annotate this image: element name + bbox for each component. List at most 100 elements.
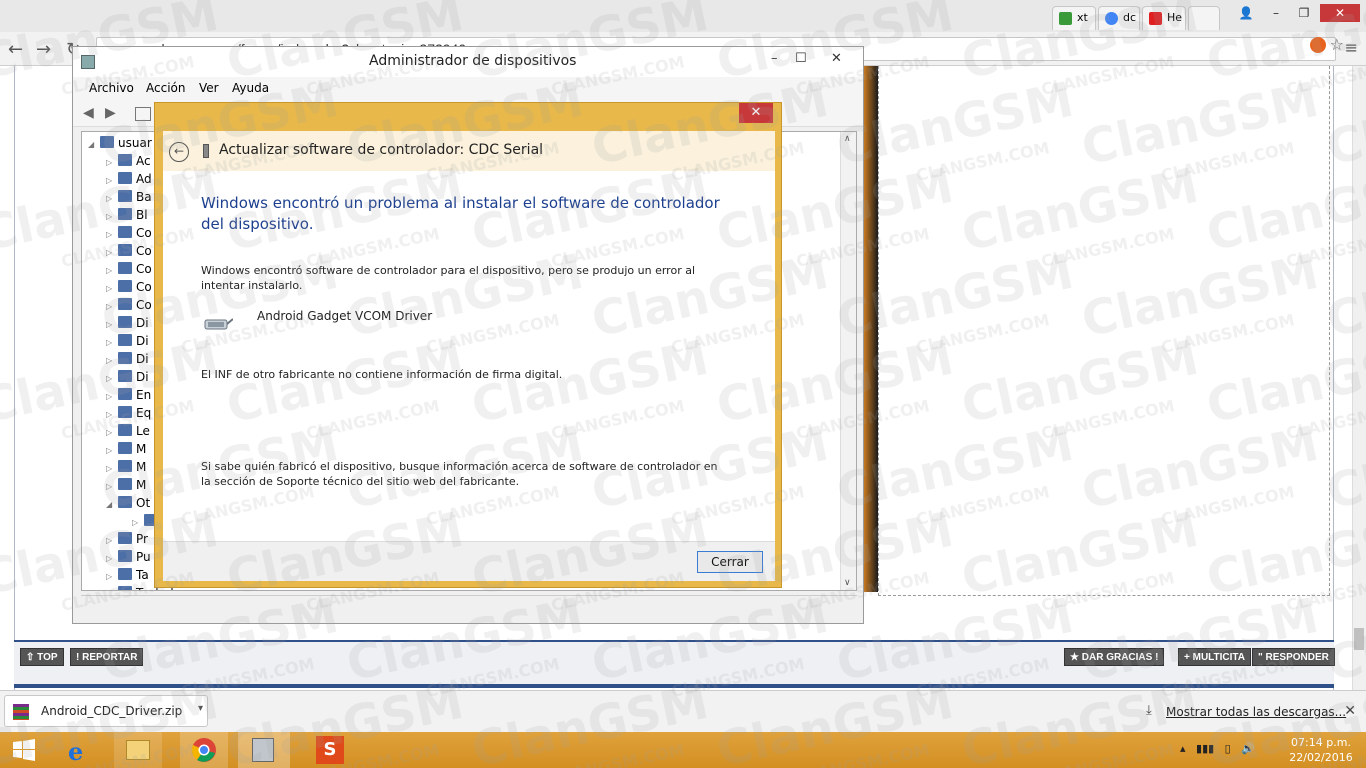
user-icon[interactable]: 👤	[1232, 4, 1260, 22]
browser-tab[interactable]: He	[1142, 6, 1186, 30]
extension-icon[interactable]	[1310, 37, 1326, 53]
collapsed-arrow-icon[interactable]: ▷	[106, 482, 118, 491]
window-close-button[interactable]: ✕	[1320, 4, 1360, 22]
browser-tab[interactable]: dc	[1098, 6, 1140, 30]
collapsed-arrow-icon[interactable]: ▷	[106, 392, 118, 401]
tree-item[interactable]: ▷ Di	[106, 370, 149, 388]
tree-item[interactable]: ▷ Pr	[106, 532, 148, 550]
show-all-downloads-link[interactable]: Mostrar todas las descargas...	[1166, 705, 1346, 719]
tree-item[interactable]: ▷ Ac	[106, 154, 151, 172]
tree-item[interactable]: ▷ Ad	[106, 172, 152, 190]
tree-item[interactable]: ◢ usuar	[88, 136, 152, 154]
collapsed-arrow-icon[interactable]: ▷	[106, 590, 118, 591]
collapsed-arrow-icon[interactable]: ▷	[106, 356, 118, 365]
collapsed-arrow-icon[interactable]: ▷	[106, 554, 118, 563]
collapsed-arrow-icon[interactable]: ▷	[106, 176, 118, 185]
tree-item[interactable]: ▷ Di	[106, 316, 149, 334]
expanded-arrow-icon[interactable]: ◢	[106, 500, 118, 509]
top-button[interactable]: ⇧ TOP	[20, 648, 64, 666]
devmgr-minimize-button[interactable]: –	[771, 51, 778, 66]
tree-item[interactable]: ▷ M	[106, 460, 146, 478]
collapsed-arrow-icon[interactable]: ▷	[106, 194, 118, 203]
minimize-button[interactable]: –	[1262, 4, 1290, 22]
devmgr-close-button[interactable]: ✕	[831, 51, 842, 66]
bookmark-star-icon[interactable]: ☆	[1330, 35, 1344, 54]
collapsed-arrow-icon[interactable]: ▷	[106, 572, 118, 581]
collapsed-arrow-icon[interactable]: ▷	[106, 266, 118, 275]
page-scrollbar[interactable]	[1352, 66, 1366, 690]
tree-item[interactable]: ▷ Ba	[106, 190, 152, 208]
tree-item[interactable]: ▷ Co	[106, 262, 152, 280]
tree-item[interactable]: ▷ Ta	[106, 568, 149, 586]
maximize-button[interactable]: ❐	[1290, 4, 1318, 22]
menu-accion[interactable]: Acción	[146, 81, 185, 95]
dialog-close-button[interactable]: ✕	[739, 103, 773, 123]
ie-taskbar-button[interactable]: e	[60, 732, 104, 768]
chrome-taskbar-button[interactable]	[180, 732, 228, 768]
collapsed-arrow-icon[interactable]: ▷	[106, 248, 118, 257]
devmgr-taskbar-button[interactable]	[238, 732, 290, 768]
tree-item[interactable]: ▷ Co	[106, 244, 152, 262]
menu-ver[interactable]: Ver	[199, 81, 219, 95]
collapsed-arrow-icon[interactable]: ▷	[106, 536, 118, 545]
menu-archivo[interactable]: Archivo	[89, 81, 134, 95]
usb-device-icon	[203, 144, 209, 158]
toolbar-properties-icon[interactable]	[135, 107, 151, 121]
tree-item[interactable]: ▷ Co	[106, 298, 152, 316]
tree-item[interactable]: ◢ Ot	[106, 496, 150, 514]
back-arrow-icon[interactable]: ←	[169, 142, 189, 162]
collapsed-arrow-icon[interactable]: ▷	[106, 212, 118, 221]
collapsed-arrow-icon[interactable]: ▷	[106, 338, 118, 347]
collapsed-arrow-icon[interactable]: ▷	[132, 518, 144, 527]
multiquote-button[interactable]: + MULTICITA	[1178, 648, 1252, 666]
collapsed-arrow-icon[interactable]: ▷	[106, 320, 118, 329]
tree-item[interactable]: ▷ Pu	[106, 550, 151, 568]
report-button[interactable]: ! REPORTAR	[70, 648, 144, 666]
toolbar-forward-icon[interactable]: ▶	[105, 105, 116, 121]
devmgr-maximize-button[interactable]: ☐	[795, 51, 807, 66]
scroll-down-icon[interactable]: ∨	[844, 578, 851, 588]
collapsed-arrow-icon[interactable]: ▷	[106, 464, 118, 473]
tray-icons[interactable]: ▴ ▮▮▮ ▯ 🔊	[1180, 742, 1255, 755]
chrome-menu-icon[interactable]: ≡	[1345, 38, 1358, 57]
forward-button[interactable]: →	[36, 39, 51, 60]
tree-item[interactable]: ▷ Co	[106, 280, 152, 298]
tree-item[interactable]: ▷ Co	[106, 226, 152, 244]
tree-item[interactable]: ▷ Bl	[106, 208, 148, 226]
tree-item[interactable]: ▷ Di	[106, 334, 149, 352]
collapsed-arrow-icon[interactable]: ▷	[106, 302, 118, 311]
reply-button[interactable]: " RESPONDER	[1252, 648, 1335, 666]
collapsed-arrow-icon[interactable]: ▷	[106, 284, 118, 293]
start-button[interactable]	[8, 732, 44, 768]
collapsed-arrow-icon[interactable]: ▷	[106, 230, 118, 239]
expanded-arrow-icon[interactable]: ◢	[88, 140, 100, 149]
tree-item[interactable]: ▷ M	[106, 442, 146, 460]
tree-item[interactable]: ▷ Le	[106, 424, 150, 442]
download-item[interactable]: Android_CDC_Driver.zip ▾	[4, 695, 208, 727]
cerrar-button[interactable]: Cerrar	[697, 551, 763, 573]
tree-item[interactable]: ▷ Di	[106, 352, 149, 370]
tree-scrollbar[interactable]: ∧ ∨	[840, 132, 856, 590]
devmgr-titlebar[interactable]: Administrador de dispositivos – ☐ ✕	[73, 47, 863, 77]
page-scroll-thumb[interactable]	[1354, 628, 1364, 650]
download-bar-close-icon[interactable]: ✕	[1344, 703, 1356, 719]
collapsed-arrow-icon[interactable]: ▷	[106, 374, 118, 383]
chevron-down-icon[interactable]: ▾	[198, 703, 203, 714]
tree-item[interactable]: ▷ M	[106, 478, 146, 496]
collapsed-arrow-icon[interactable]: ▷	[106, 446, 118, 455]
back-button[interactable]: ←	[8, 39, 23, 60]
browser-tab[interactable]: xt	[1052, 6, 1096, 30]
menu-ayuda[interactable]: Ayuda	[232, 81, 269, 95]
scroll-up-icon[interactable]: ∧	[844, 134, 851, 144]
toolbar-back-icon[interactable]: ◀	[83, 105, 94, 121]
tree-item[interactable]: ▷ En	[106, 388, 151, 406]
thanks-button[interactable]: ★ DAR GRACIAS !	[1064, 648, 1165, 666]
app-taskbar-button[interactable]: S	[306, 732, 354, 768]
collapsed-arrow-icon[interactable]: ▷	[106, 428, 118, 437]
new-tab-button[interactable]	[1188, 6, 1220, 30]
collapsed-arrow-icon[interactable]: ▷	[106, 410, 118, 419]
explorer-taskbar-button[interactable]	[114, 732, 162, 768]
collapsed-arrow-icon[interactable]: ▷	[106, 158, 118, 167]
clock[interactable]: 07:14 p.m. 22/02/2016	[1286, 735, 1356, 765]
tree-item[interactable]: ▷ Eq	[106, 406, 151, 424]
